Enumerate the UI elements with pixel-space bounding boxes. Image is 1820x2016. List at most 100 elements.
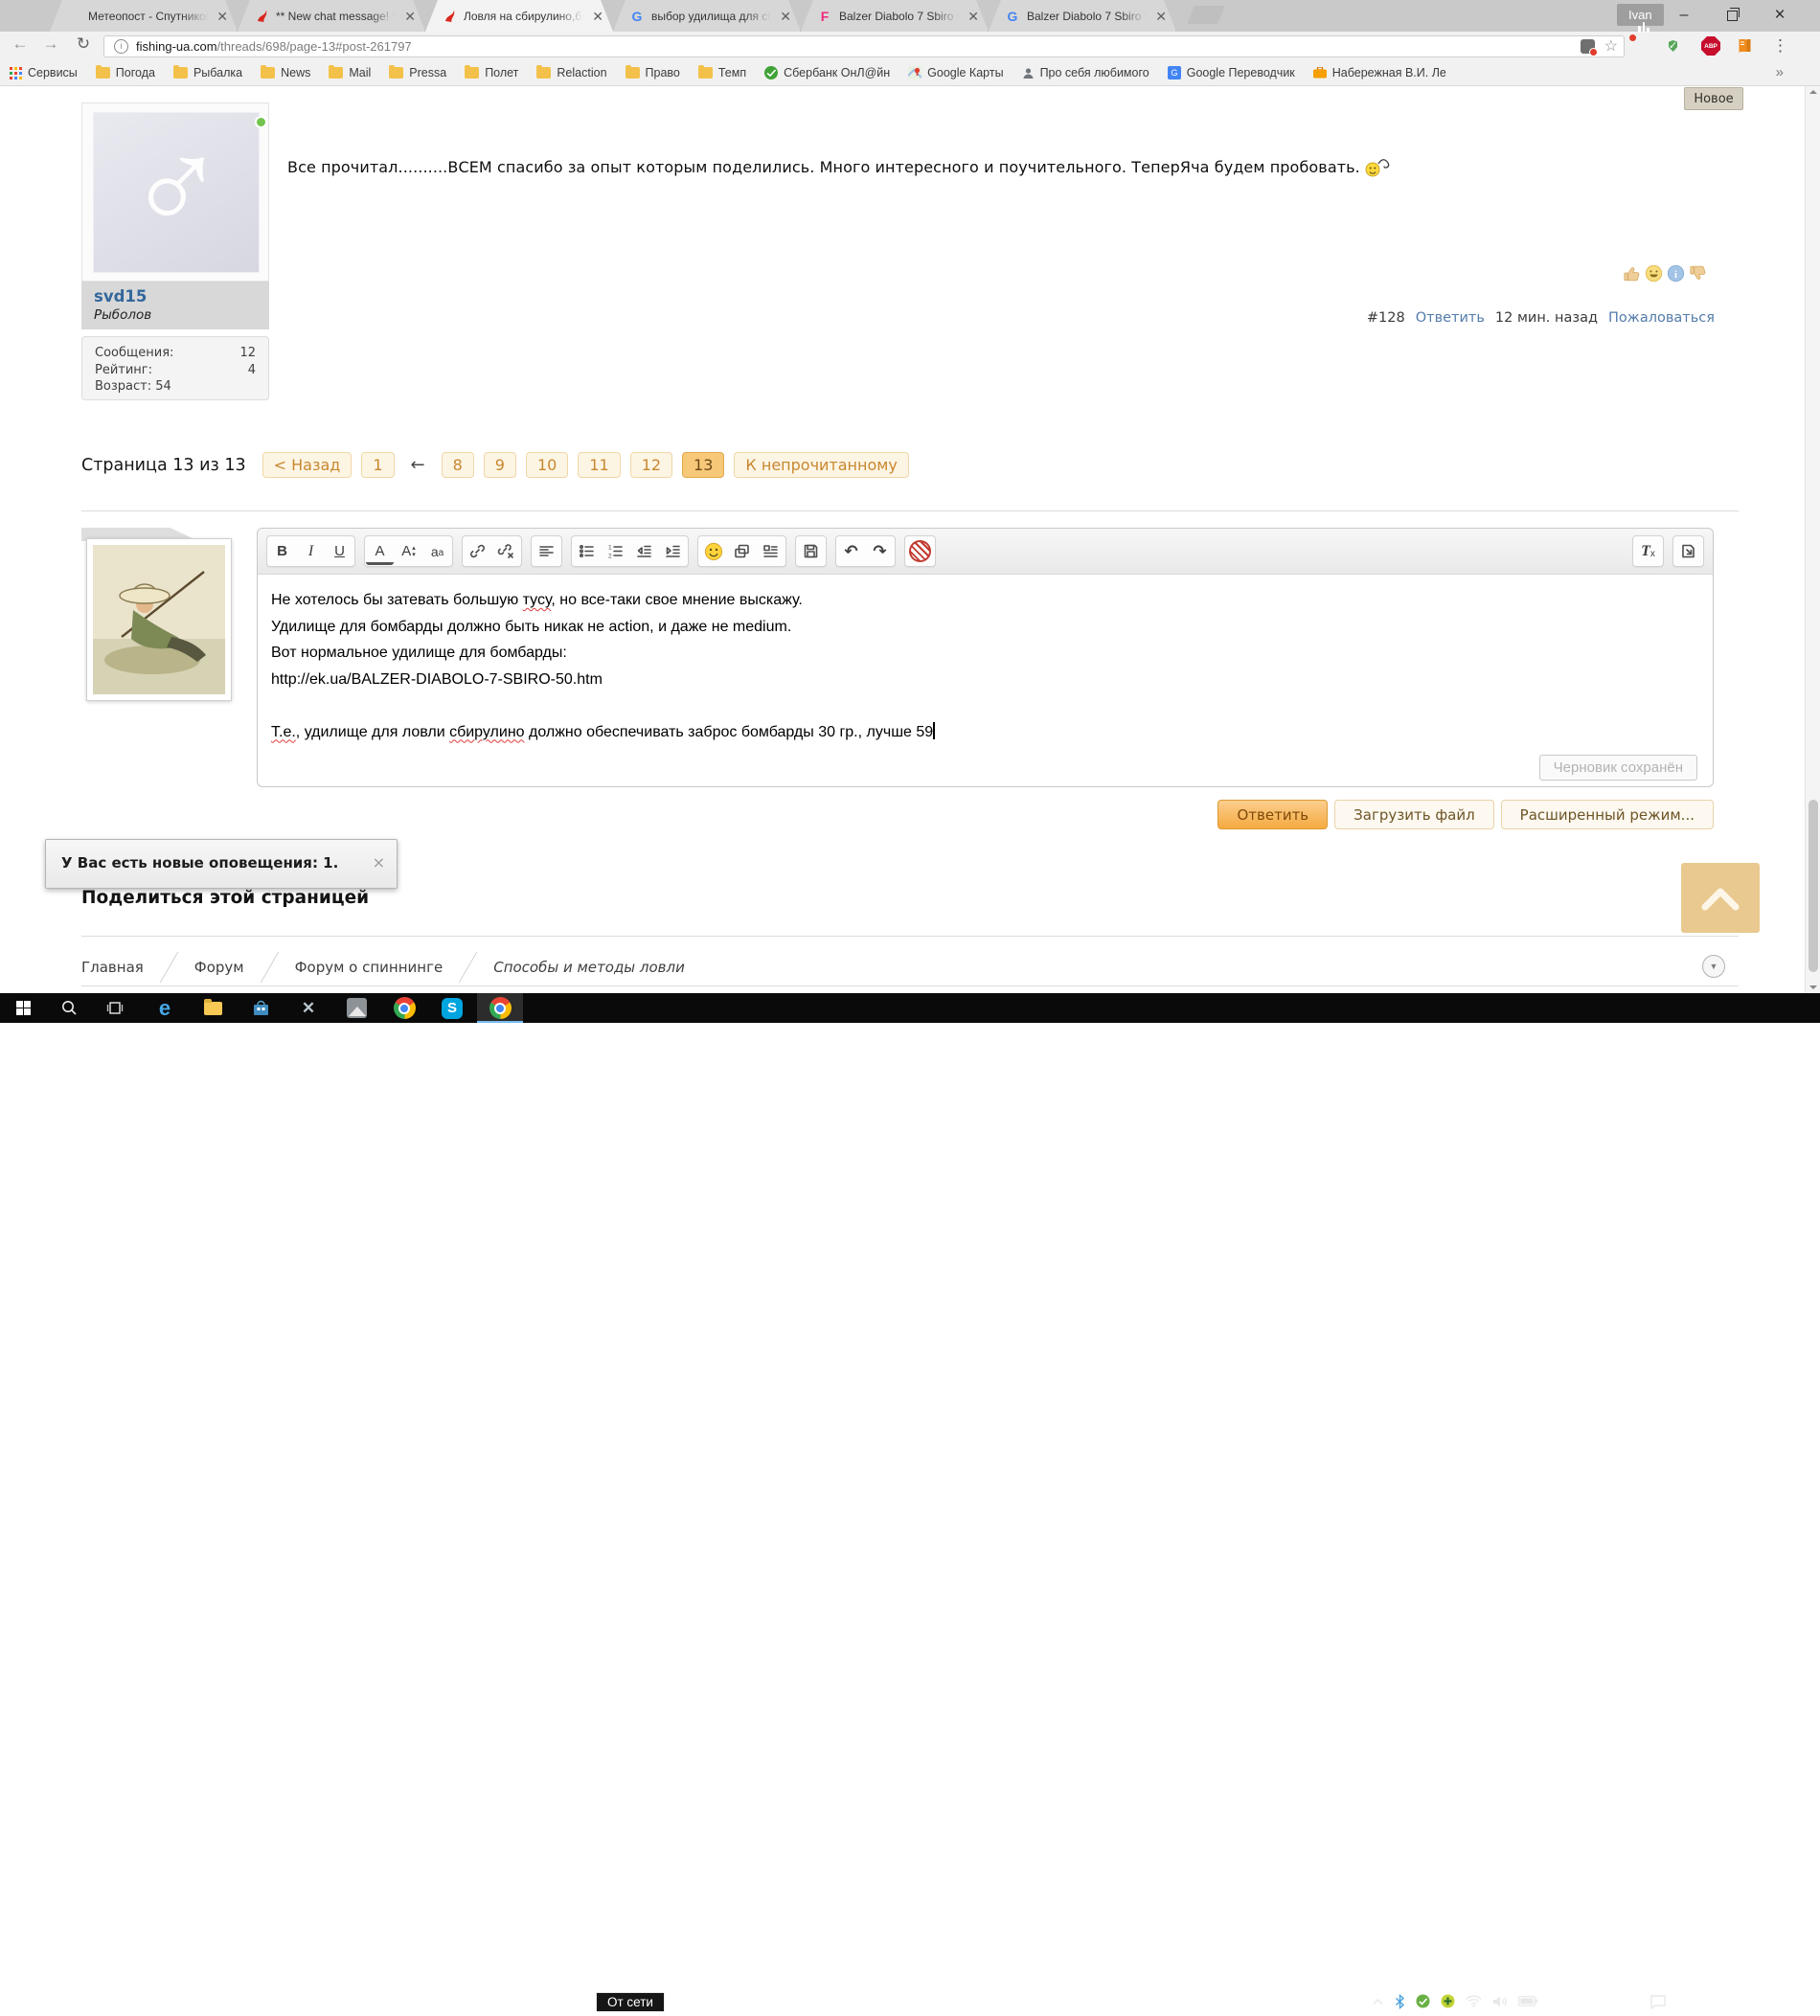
tab-close-icon[interactable]: ✕ — [1153, 10, 1169, 23]
bullet-list-button[interactable] — [573, 537, 601, 565]
quote-button[interactable] — [757, 537, 785, 565]
dictionary-extension-icon[interactable] — [1736, 36, 1755, 56]
reload-icon[interactable]: ↻ — [71, 34, 96, 54]
post-author-avatar[interactable]: ♂ — [81, 102, 269, 282]
upload-file-button[interactable]: Загрузить файл — [1334, 800, 1494, 829]
taskbar-photos-icon[interactable] — [335, 993, 377, 1023]
bookmark-services[interactable]: Сервисы — [10, 66, 78, 79]
bookmark-sberbank[interactable]: Сбербанк ОнЛ@йн — [764, 66, 890, 79]
wifi-icon[interactable] — [1466, 1995, 1482, 2007]
reply-submit-button[interactable]: Ответить — [1217, 800, 1328, 829]
browser-tab-google-search[interactable]: G выбор удилища для сб ✕ — [613, 0, 801, 32]
pagination-page-12-button[interactable]: 12 — [630, 452, 672, 478]
current-user-avatar[interactable] — [86, 538, 232, 701]
info-icon[interactable]: i — [1667, 264, 1685, 283]
start-button[interactable] — [2, 993, 44, 1023]
bookmark-google-maps[interactable]: Google Карты — [908, 66, 1003, 79]
redo-button[interactable]: ↷ — [866, 537, 894, 565]
bookmark-pravo[interactable]: Право — [626, 66, 680, 79]
tab-close-icon[interactable]: ✕ — [778, 10, 793, 23]
bluetooth-icon[interactable] — [1395, 1994, 1405, 2009]
bbcode-toggle-button[interactable] — [1674, 537, 1702, 565]
thumb-down-icon[interactable] — [1689, 264, 1707, 283]
bookmark-naberezhnaya[interactable]: Набережная В.И. Ле — [1313, 66, 1446, 79]
browser-tab-meteopost[interactable]: Метеопост - Спутников ✕ — [50, 0, 238, 32]
post-report-link[interactable]: Пожаловаться — [1608, 310, 1715, 326]
italic-button[interactable]: I — [297, 537, 325, 565]
undo-button[interactable]: ↶ — [837, 537, 865, 565]
post-reply-link[interactable]: Ответить — [1416, 310, 1485, 326]
alignment-button[interactable] — [533, 537, 560, 565]
insert-link-button[interactable] — [464, 537, 491, 565]
tab-close-icon[interactable]: ✕ — [402, 10, 418, 23]
outdent-button[interactable] — [630, 537, 658, 565]
browser-profile-badge[interactable]: Ivan — [1617, 4, 1664, 26]
laugh-smiley-icon[interactable] — [1645, 264, 1663, 283]
underline-button[interactable]: U — [326, 537, 353, 565]
browser-tab-balzer-google[interactable]: G Balzer Diabolo 7 Sbiro 50 ✕ — [989, 0, 1176, 32]
keyboard-language[interactable]: РУС — [1548, 1995, 1571, 2008]
translate-page-action-icon[interactable] — [1581, 39, 1595, 54]
unlink-button[interactable] — [492, 537, 520, 565]
bookmark-rybalka[interactable]: Рыбалка — [173, 66, 242, 79]
taskbar-xbox-icon[interactable]: ✕ — [287, 993, 330, 1023]
media-button[interactable] — [728, 537, 756, 565]
text-color-button[interactable]: A — [366, 539, 394, 565]
address-bar[interactable]: i fishing-ua.com/threads/698/page-13#pos… — [103, 35, 1625, 57]
breadcrumb-home-link[interactable]: Главная — [81, 959, 144, 976]
bookmark-relaction[interactable]: Relaction — [536, 66, 606, 79]
volume-icon[interactable] — [1492, 1995, 1508, 2008]
tab-close-icon[interactable]: ✕ — [215, 10, 230, 23]
taskbar-store-icon[interactable] — [239, 993, 282, 1023]
stop-parsing-button[interactable] — [906, 537, 934, 565]
taskbar-chrome-active-icon[interactable] — [477, 993, 523, 1023]
new-tab-button[interactable] — [1187, 6, 1225, 24]
scrollbar-down-icon[interactable] — [1809, 985, 1817, 989]
post-timestamp-link[interactable]: 12 мин. назад — [1495, 310, 1598, 326]
indent-button[interactable] — [659, 537, 687, 565]
forward-icon[interactable]: → — [38, 34, 63, 54]
scrollbar-thumb[interactable] — [1809, 800, 1818, 972]
page-info-icon[interactable]: i — [114, 39, 128, 54]
tab-close-icon[interactable]: ✕ — [590, 10, 605, 23]
numbered-list-button[interactable]: 12 — [602, 537, 629, 565]
pagination-page-10-button[interactable]: 10 — [526, 452, 568, 478]
taskbar-chrome-icon[interactable] — [383, 993, 425, 1023]
font-family-button[interactable]: aa — [423, 537, 451, 565]
pagination-prev-button[interactable]: < Назад — [262, 452, 353, 478]
bookmark-temp[interactable]: Темп — [698, 66, 746, 79]
back-icon[interactable]: ← — [8, 34, 33, 54]
bookmark-pogoda[interactable]: Погода — [96, 66, 155, 79]
window-minimize-button[interactable]: – — [1662, 0, 1706, 31]
author-username-link[interactable]: svd15 — [94, 287, 257, 306]
bookmark-star-icon[interactable]: ☆ — [1604, 36, 1618, 56]
bookmark-pressa[interactable]: Pressa — [389, 66, 446, 79]
pagination-page-11-button[interactable]: 11 — [578, 452, 620, 478]
pagination-current-page[interactable]: 13 — [682, 452, 724, 478]
pagination-unread-button[interactable]: К непрочитанному — [734, 452, 908, 478]
notification-close-icon[interactable]: × — [373, 853, 385, 872]
bookmark-polet[interactable]: Полет — [465, 66, 518, 79]
clock[interactable]: 16:24 19.04.2017 — [1581, 1988, 1639, 2014]
action-center-icon[interactable] — [1649, 1994, 1667, 2009]
shield-extension-icon[interactable]: ✓ — [1669, 36, 1688, 56]
bookmark-google-translate[interactable]: G Google Переводчик — [1168, 66, 1295, 79]
browser-menu-icon[interactable]: ⋮ — [1772, 36, 1784, 56]
breadcrumb-forum-link[interactable]: Форум — [194, 959, 244, 976]
browser-tab-active-lovlya[interactable]: Ловля на сбирулино,бо ✕ — [425, 0, 613, 32]
quick-navigation-button[interactable]: ▼ — [1702, 955, 1725, 978]
antivirus-ok-icon[interactable] — [1416, 1994, 1430, 2008]
battery-icon[interactable] — [1518, 1996, 1537, 2006]
bookmark-about-me[interactable]: Про себя любимого — [1022, 66, 1149, 79]
bookmark-mail[interactable]: Mail — [329, 66, 371, 79]
browser-tab-chat-message[interactable]: ** New chat message! ** ✕ — [238, 0, 425, 32]
editor-text-area[interactable]: Не хотелось бы затевать большую тусу, но… — [258, 575, 1713, 758]
drafts-save-button[interactable] — [797, 537, 825, 565]
post-number-link[interactable]: #128 — [1367, 310, 1405, 326]
tab-close-icon[interactable]: ✕ — [966, 10, 981, 23]
pagination-page-8-button[interactable]: 8 — [442, 452, 474, 478]
window-restore-button[interactable] — [1710, 0, 1754, 31]
tray-chevron-up-icon[interactable] — [1372, 1997, 1384, 2006]
taskbar-skype-icon[interactable]: S — [431, 993, 473, 1023]
task-view-button[interactable] — [94, 993, 136, 1023]
